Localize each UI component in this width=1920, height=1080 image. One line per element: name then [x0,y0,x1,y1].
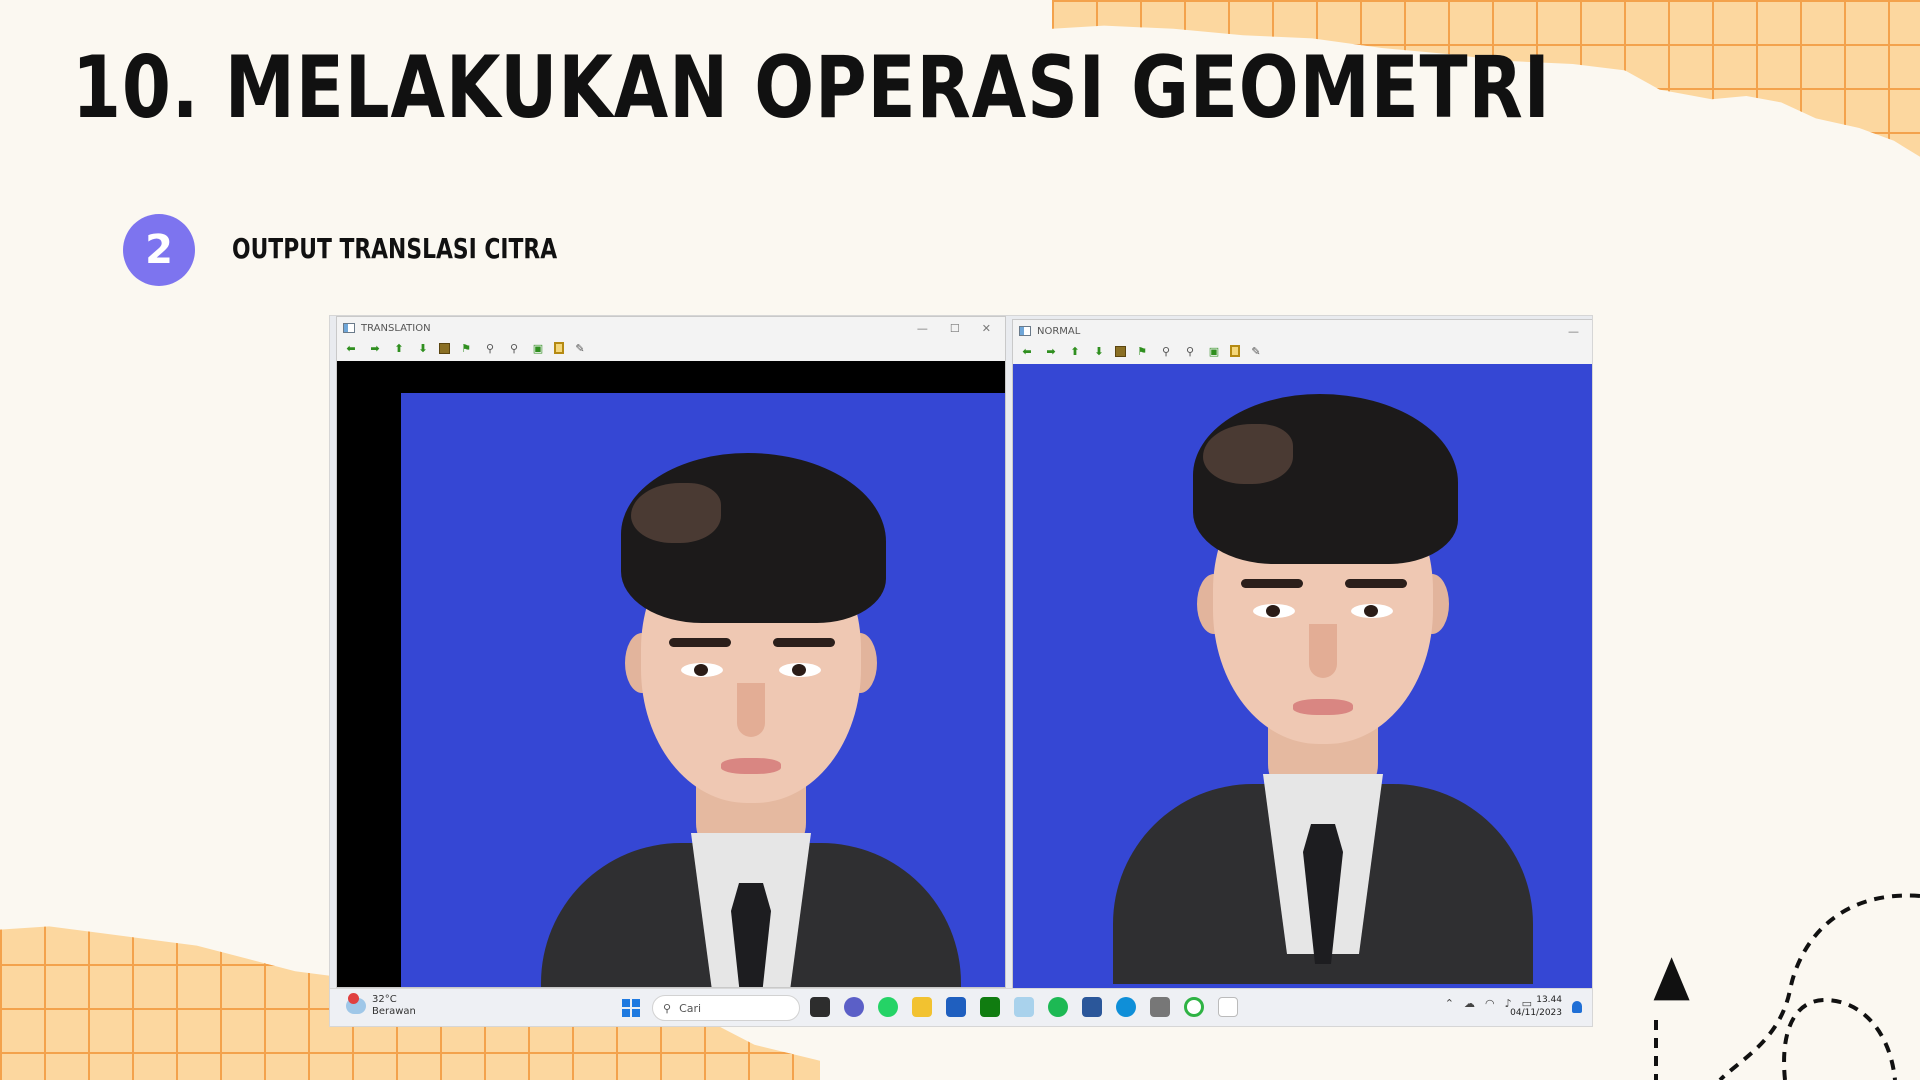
image-icon[interactable] [439,342,450,354]
app-icon[interactable] [1184,997,1204,1017]
normal-window-title: NORMAL [1037,325,1081,337]
translated-image-canvas [337,361,1005,987]
onedrive-icon[interactable]: ☁ [1464,997,1475,1010]
translation-window: TRANSLATION — ☐ ✕ ⬅ ➡ ⬆ ⬇ ⚑ ⚲ ⚲ ▣ ✎ [336,316,1006,988]
zoom-out-icon[interactable]: ⚲ [1182,344,1198,358]
brush-icon[interactable]: ✎ [572,341,588,355]
chevron-up-icon[interactable]: ⌃ [1445,997,1454,1010]
save-icon[interactable]: ▣ [1206,344,1222,358]
portrait-figure [541,413,961,987]
app-icon[interactable] [1014,997,1034,1017]
normal-toolbar: ⬅ ➡ ⬆ ⬇ ⚑ ⚲ ⚲ ▣ ✎ [1013,342,1592,360]
search-icon: ⚲ [663,1001,672,1015]
output-screenshot: TRANSLATION — ☐ ✕ ⬅ ➡ ⬆ ⬇ ⚑ ⚲ ⚲ ▣ ✎ NORM… [330,316,1592,1026]
clipboard-icon[interactable] [554,342,564,354]
search-placeholder: Cari [679,1001,702,1015]
store-icon[interactable] [946,997,966,1017]
zoom-in-icon[interactable]: ⚲ [1158,344,1174,358]
document-icon[interactable] [1218,997,1238,1017]
portrait-figure [1113,364,1533,984]
taskbar-clock[interactable]: 13.44 04/11/2023 [1510,994,1562,1020]
arrow-down-icon[interactable]: ⬇ [415,341,431,355]
image-icon[interactable] [1115,345,1126,357]
arrow-right-icon[interactable]: ➡ [367,341,383,355]
weather-temperature: 32°C [372,994,397,1005]
page-title: 10. MELAKUKAN OPERASI GEOMETRI [72,38,1551,138]
wifi-icon[interactable]: ◠ [1485,997,1495,1010]
translation-titlebar[interactable]: TRANSLATION — ☐ ✕ [337,317,1005,339]
flag-icon[interactable]: ⚑ [458,341,474,355]
minimize-button[interactable]: — [1568,325,1579,338]
normal-titlebar[interactable]: NORMAL — [1013,320,1592,342]
arrow-left-icon[interactable]: ⬅ [343,341,359,355]
arrow-up-icon[interactable]: ⬆ [1067,344,1083,358]
taskbar-search-box[interactable]: ⚲ Cari [652,995,800,1021]
chat-icon[interactable] [844,997,864,1017]
arrow-left-icon[interactable]: ⬅ [1019,344,1035,358]
task-view-icon[interactable] [810,997,830,1017]
pinned-apps [810,997,1238,1017]
start-menu-icon[interactable] [622,999,640,1017]
close-button[interactable]: ✕ [982,322,991,335]
normal-window: NORMAL — ⬅ ➡ ⬆ ⬇ ⚑ ⚲ ⚲ ▣ ✎ [1012,319,1592,991]
weather-description: Berawan [372,1006,416,1017]
xbox-icon[interactable] [980,997,1000,1017]
zoom-in-icon[interactable]: ⚲ [482,341,498,355]
weather-widget[interactable]: 32°C Berawan [346,993,416,1018]
step-label: OUTPUT TRANSLASI CITRA [232,232,558,265]
window-app-icon [343,323,355,333]
clipboard-icon[interactable] [1230,345,1240,357]
maximize-button[interactable]: ☐ [950,322,960,335]
arrow-right-icon[interactable]: ➡ [1043,344,1059,358]
notification-bell-icon[interactable] [1572,1001,1582,1013]
edge-icon[interactable] [1116,997,1136,1017]
file-explorer-icon[interactable] [912,997,932,1017]
brush-icon[interactable]: ✎ [1248,344,1264,358]
zoom-out-icon[interactable]: ⚲ [506,341,522,355]
python-app-icon[interactable] [1150,997,1170,1017]
windows-taskbar: 32°C Berawan ⚲ Cari ⌃ ☁ ◠ ♪ ▭ 13.44 04/1… [330,988,1592,1026]
flag-icon[interactable]: ⚑ [1134,344,1150,358]
clock-time: 13.44 [1536,995,1562,1005]
translation-toolbar: ⬅ ➡ ⬆ ⬇ ⚑ ⚲ ⚲ ▣ ✎ [337,339,1005,357]
minimize-button[interactable]: — [917,322,928,335]
step-number-badge: 2 [123,214,195,286]
arrow-up-icon[interactable]: ⬆ [391,341,407,355]
save-icon[interactable]: ▣ [530,341,546,355]
cloud-icon [346,993,366,1014]
word-icon[interactable] [1082,997,1102,1017]
arrow-down-icon[interactable]: ⬇ [1091,344,1107,358]
normal-image-canvas [1013,364,1592,990]
spotify-icon[interactable] [1048,997,1068,1017]
dashed-arrow-decoration [1653,893,1920,1080]
original-image [1013,364,1592,990]
clock-date: 04/11/2023 [1510,1008,1562,1018]
translated-image [401,393,1005,987]
window-app-icon [1019,326,1031,336]
whatsapp-icon[interactable] [878,997,898,1017]
translation-window-title: TRANSLATION [361,322,431,334]
